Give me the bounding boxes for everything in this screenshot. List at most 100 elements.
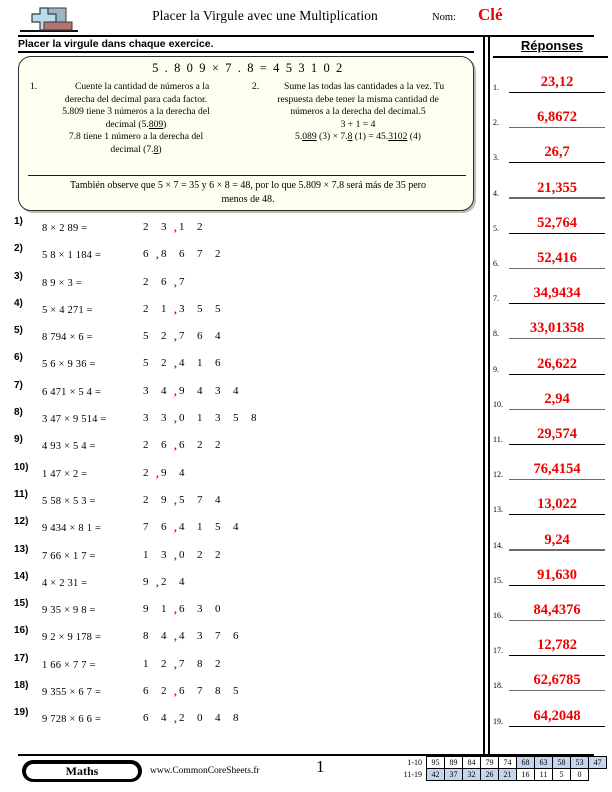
step-1-line-3-tail: decimal (5.809)	[30, 119, 242, 132]
answer-digit: 0	[179, 548, 185, 561]
problem-number: 3)	[14, 270, 23, 282]
answer-digit: 2	[215, 439, 221, 452]
problem-answer-digits[interactable]: 29,574	[143, 493, 233, 507]
answer-number: 1.	[493, 83, 499, 92]
problem-expression: 4 93 × 5 4 =	[42, 441, 96, 453]
answer-value: 76,4154	[533, 461, 581, 478]
grading-scale-table: 1-10 95 89 84 79 74 68 63 58 53 47 11-19 42 37 32 26 21…	[392, 756, 607, 781]
problem-row: 12) 9 434 × 8 1 = 7 6, 4 1 5 4	[0, 516, 480, 543]
answer-value: 12,782	[537, 637, 577, 654]
example-equation: 5 . 8 0 9 × 7 . 8 = 4 5 3 1 0 2	[152, 61, 344, 75]
problem-expression: 8 794 × 6 =	[42, 332, 93, 344]
answer-number: 2.	[493, 118, 499, 128]
grading-scale-cell: 58	[552, 756, 571, 769]
answer-digit: 7	[143, 521, 149, 534]
answer-digit: 2	[143, 275, 149, 288]
answer-underline	[509, 444, 605, 445]
answer-number: 14.	[493, 540, 503, 550]
problem-answer-digits[interactable]: 12,782	[143, 657, 233, 671]
problem-expression: 1 47 × 2 =	[42, 468, 88, 480]
answer-digit: 4	[179, 357, 185, 370]
problem-answer-digits[interactable]: 9,24	[143, 576, 197, 589]
problem-row: 17) 1 66 × 7 7 = 1 2, 7 8 2	[0, 653, 480, 680]
problem-answer-digits[interactable]: 76,4154	[143, 521, 251, 534]
answer-row: 7. 34,9434	[493, 270, 605, 305]
grading-scale-cell: 89	[444, 756, 463, 769]
problem-number: 8)	[14, 407, 23, 419]
step-1-line-3: 5.809 tiene 3 números a la derecha del	[30, 106, 242, 119]
answers-heading: Réponses	[520, 38, 584, 53]
answer-underline	[509, 584, 605, 586]
problem-row: 19) 9 728 × 6 6 = 6 4, 2 0 4 8	[0, 707, 480, 734]
problem-answer-digits[interactable]: 62,6785	[143, 685, 251, 698]
step-1-line-4: 7.8 tiene 1 número a la derecha del	[68, 131, 204, 143]
problem-answer-digits[interactable]: 33,01358	[143, 412, 269, 425]
problem-answer-digits[interactable]: 21,355	[143, 303, 233, 316]
problem-row: 3) 8 9 × 3 = 2 6, 7	[0, 271, 480, 298]
answer-digit: 6	[179, 248, 185, 261]
answer-digit: 3	[143, 384, 149, 397]
problem-answer-digits[interactable]: 2,94	[143, 467, 197, 480]
answer-underline	[509, 655, 605, 657]
problem-row: 8) 3 47 × 9 514 = 3 3, 0 1 3 5 8	[0, 407, 480, 434]
answer-digit: 2	[215, 248, 221, 261]
problem-number: 6)	[14, 352, 23, 364]
problem-number: 12)	[14, 516, 29, 528]
answers-heading-underline	[493, 56, 608, 58]
answer-underline	[509, 303, 605, 305]
problem-number: 16)	[14, 625, 29, 637]
answer-number: 17.	[493, 646, 503, 656]
problem-answer-digits[interactable]: 13,022	[143, 548, 233, 562]
problem-answer-digits[interactable]: 84,4376	[143, 630, 251, 643]
answer-digit: 2	[143, 493, 149, 506]
answer-digit: 6	[179, 685, 185, 698]
problem-expression: 7 66 × 1 7 =	[42, 550, 96, 562]
grading-scale-cell: 16	[516, 768, 535, 781]
answer-digit: 1	[197, 412, 203, 425]
grading-scale-row-1: 1-10 95 89 84 79 74 68 63 58 53 47	[392, 756, 607, 769]
answer-digit: 7	[179, 657, 185, 670]
step-1-decimal2-prefix: decimal (7.	[110, 143, 154, 155]
grading-scale-cell: 26	[480, 768, 499, 781]
problem-answer-digits[interactable]: 26,7	[143, 275, 197, 289]
problem-answer-digits[interactable]: 64,2048	[143, 712, 251, 725]
answer-digit: 6	[179, 439, 185, 452]
answer-digit: 8	[161, 248, 167, 261]
answer-row: 12. 76,4154	[493, 446, 605, 481]
answer-number: 7.	[493, 294, 499, 304]
answer-digit: 7	[179, 275, 185, 288]
problem-answer-digits[interactable]: 52,416	[143, 357, 233, 370]
subject-badge: Maths	[22, 760, 142, 782]
grading-scale-cell: 11	[534, 768, 553, 781]
answer-underline	[509, 549, 605, 551]
problem-answer-digits[interactable]: 26,622	[143, 439, 233, 452]
answer-row: 18. 62,6785	[493, 657, 605, 692]
step-1-line-4-tail: decimal (7.8)	[30, 144, 242, 157]
answer-underline	[509, 162, 605, 164]
problem-answer-digits[interactable]: 23,12	[143, 221, 215, 234]
answer-value: 26,622	[537, 355, 577, 372]
problem-expression: 5 × 4 271 =	[42, 304, 93, 316]
answer-digit: 7	[179, 330, 185, 343]
column-divider-right	[488, 36, 490, 754]
answer-digit: 2	[215, 548, 221, 561]
problem-answer-digits[interactable]: 91,630	[143, 603, 233, 616]
answer-digit: 5	[215, 521, 221, 534]
answer-digit: 4	[215, 330, 221, 343]
answer-digit: 1	[179, 221, 185, 233]
problem-answer-digits[interactable]: 34,9434	[143, 384, 251, 398]
answer-digit: 4	[197, 384, 203, 397]
problem-answer-digits[interactable]: 52,764	[143, 330, 233, 343]
answer-row: 11. 29,574	[493, 411, 605, 445]
problem-number: 10)	[14, 461, 29, 473]
answer-number: 18.	[493, 681, 503, 691]
problem-row: 13) 7 66 × 1 7 = 1 3, 0 2 2	[0, 544, 480, 571]
problem-expression: 4 × 2 31 =	[42, 577, 88, 589]
problem-expression: 3 47 × 9 514 =	[42, 414, 107, 426]
problem-answer-digits[interactable]: 6,8672	[143, 248, 233, 261]
answer-digit: 6	[215, 357, 221, 370]
problem-number: 17)	[14, 652, 29, 664]
answer-digit: 8	[143, 630, 149, 643]
problem-number: 7)	[14, 379, 23, 391]
answer-digit: 8	[215, 685, 221, 698]
